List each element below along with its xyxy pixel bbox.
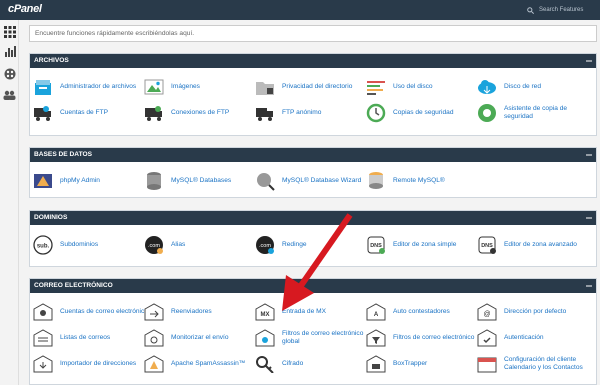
remote-database-icon — [366, 171, 386, 191]
authentication-link[interactable]: Autenticación — [477, 328, 544, 348]
network-disk-link[interactable]: Disco de red — [477, 77, 541, 97]
sidebar — [0, 20, 19, 385]
database-wizard-icon — [255, 171, 275, 191]
directory-privacy-link[interactable]: Privacidad del directorio — [255, 77, 352, 97]
users-icon[interactable] — [3, 88, 16, 101]
track-delivery-icon — [144, 328, 164, 348]
authentication-icon — [477, 328, 497, 348]
stats-icon[interactable] — [3, 44, 16, 57]
svg-text:A: A — [374, 312, 379, 318]
global-email-filters-link[interactable]: Filtros de correo electrónico global — [255, 328, 374, 348]
database-icon — [144, 171, 164, 191]
backup-wizard-link[interactable]: Asistente de copia de seguridad — [477, 103, 596, 123]
search-icon — [527, 6, 534, 14]
default-address-link[interactable]: @ Dirección por defecto — [477, 302, 566, 322]
dns-advanced-icon: DNS — [477, 235, 497, 255]
autoresponder-icon: A — [366, 302, 386, 322]
calendar-contacts-config-link[interactable]: Configuración del cliente Calendario y l… — [477, 354, 596, 374]
phpmyadmin-icon — [33, 171, 53, 191]
svg-text:MX: MX — [261, 312, 270, 318]
alias-icon: .com — [144, 235, 164, 255]
mx-icon: MX — [255, 302, 275, 322]
search-placeholder: Search Features — [539, 7, 584, 13]
autoresponders-link[interactable]: A Auto contestadores — [366, 302, 450, 322]
backups-link[interactable]: Copias de seguridad — [366, 103, 453, 123]
section-title[interactable]: DOMINIOS — [30, 211, 596, 225]
global-filter-icon — [255, 328, 275, 348]
subdomains-link[interactable]: sub. Subdominios — [33, 235, 98, 255]
email-filters-link[interactable]: Filtros de correo electrónico — [366, 328, 474, 348]
advanced-zone-editor-link[interactable]: DNS Editor de zona avanzado — [477, 235, 577, 255]
svg-text:.com: .com — [148, 243, 160, 249]
key-icon — [255, 354, 275, 374]
dns-icon: DNS — [366, 235, 386, 255]
grid-icon[interactable] — [3, 25, 16, 38]
anonymous-ftp-link[interactable]: FTP anónimo — [255, 103, 321, 123]
mailing-lists-link[interactable]: Listas de correos — [33, 328, 110, 348]
mx-entry-link[interactable]: MX Entrada de MX — [255, 302, 326, 322]
ftp-connections-link[interactable]: Conexiones de FTP — [144, 103, 229, 123]
section-title[interactable]: BASES DE DATOS — [30, 148, 596, 162]
mysql-wizard-link[interactable]: MySQL® Database Wizard — [255, 171, 361, 191]
ftp-truck-icon — [33, 103, 53, 123]
backup-icon — [366, 103, 386, 123]
section-title[interactable]: CORREO ELECTRÓNICO — [30, 279, 596, 293]
disk-usage-icon — [366, 77, 386, 97]
ftp-connections-icon — [144, 103, 164, 123]
remote-mysql-link[interactable]: Remote MySQL® — [366, 171, 445, 191]
collapse-icon[interactable] — [586, 283, 592, 289]
backup-wizard-icon — [477, 103, 497, 123]
images-icon — [144, 77, 164, 97]
spamassassin-link[interactable]: Apache SpamAssassin™ — [144, 354, 245, 374]
import-icon — [33, 354, 53, 374]
main-search-input[interactable]: Encuentre funciones rápidamente escribié… — [29, 25, 597, 42]
at-sign-icon: @ — [477, 302, 497, 322]
redirect-icon: .com — [255, 235, 275, 255]
forward-icon — [144, 302, 164, 322]
svg-text:DNS: DNS — [481, 243, 493, 249]
forwarders-link[interactable]: Reenviadores — [144, 302, 212, 322]
boxtrapper-icon — [366, 354, 386, 374]
top-bar: cPanel Search Features — [0, 0, 600, 20]
calendar-icon — [477, 354, 497, 374]
email-accounts-link[interactable]: Cuentas de correo electrónico — [33, 302, 148, 322]
cpanel-logo[interactable]: cPanel — [8, 3, 42, 15]
images-link[interactable]: Imágenes — [144, 77, 200, 97]
svg-text:@: @ — [483, 311, 490, 318]
anonymous-ftp-icon — [255, 103, 275, 123]
feature-search[interactable]: Search Features — [527, 4, 597, 16]
ftp-accounts-link[interactable]: Cuentas de FTP — [33, 103, 108, 123]
mysql-databases-link[interactable]: MySQL® Databases — [144, 171, 231, 191]
svg-text:.com: .com — [259, 243, 271, 249]
spam-shield-icon — [144, 354, 164, 374]
cloud-icon — [477, 77, 497, 97]
filter-icon — [366, 328, 386, 348]
envelope-user-icon — [33, 302, 53, 322]
redirects-link[interactable]: .com Redinge — [255, 235, 307, 255]
track-delivery-link[interactable]: Monitorizar el envío — [144, 328, 229, 348]
palette-icon[interactable] — [3, 67, 16, 80]
encryption-link[interactable]: Cifrado — [255, 354, 303, 374]
folder-lock-icon — [255, 77, 275, 97]
mailing-list-icon — [33, 328, 53, 348]
section-title[interactable]: ARCHIVOS — [30, 54, 596, 68]
svg-text:sub.: sub. — [37, 244, 50, 250]
boxtrapper-link[interactable]: BoxTrapper — [366, 354, 427, 374]
svg-text:DNS: DNS — [370, 243, 382, 249]
alias-link[interactable]: .com Alias — [144, 235, 185, 255]
address-importer-link[interactable]: Importador de direcciones — [33, 354, 136, 374]
simple-zone-editor-link[interactable]: DNS Editor de zona simple — [366, 235, 456, 255]
collapse-icon[interactable] — [586, 58, 592, 64]
collapse-icon[interactable] — [586, 152, 592, 158]
subdomain-icon: sub. — [33, 235, 53, 255]
file-manager-icon — [33, 77, 53, 97]
file-manager-link[interactable]: Administrador de archivos — [33, 77, 136, 97]
phpmyadmin-link[interactable]: phpMy Admin — [33, 171, 100, 191]
disk-usage-link[interactable]: Uso del disco — [366, 77, 433, 97]
collapse-icon[interactable] — [586, 215, 592, 221]
main-search-placeholder: Encuentre funciones rápidamente escribié… — [35, 30, 195, 37]
